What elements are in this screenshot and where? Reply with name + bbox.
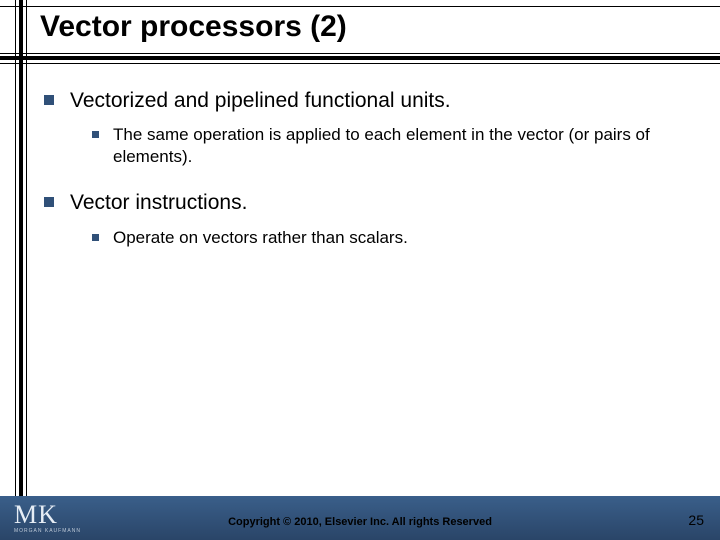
bullet-level1: Vector instructions. — [44, 190, 684, 216]
copyright-text: Copyright © 2010, Elsevier Inc. All righ… — [0, 516, 720, 528]
square-bullet-icon — [44, 95, 54, 105]
horizontal-rule — [0, 63, 720, 64]
bullet-level2: Operate on vectors rather than scalars. — [92, 227, 684, 249]
bullet-text: Operate on vectors rather than scalars. — [113, 227, 408, 249]
bullet-text: Vector instructions. — [70, 190, 247, 216]
logo-subtext: MORGAN KAUFMANN — [14, 528, 81, 534]
horizontal-rule-thick — [0, 56, 720, 60]
horizontal-rule — [0, 53, 720, 54]
square-bullet-icon — [92, 131, 99, 138]
bullet-text: Vectorized and pipelined functional unit… — [70, 88, 451, 114]
slide-content: Vectorized and pipelined functional unit… — [44, 88, 684, 271]
vertical-rule — [15, 0, 16, 540]
square-bullet-icon — [44, 197, 54, 207]
bullet-level1: Vectorized and pipelined functional unit… — [44, 88, 684, 114]
vertical-rule — [26, 0, 27, 540]
square-bullet-icon — [92, 234, 99, 241]
slide: Vector processors (2) Vectorized and pip… — [0, 0, 720, 540]
page-number: 25 — [688, 512, 704, 528]
bullet-text: The same operation is applied to each el… — [113, 124, 684, 168]
vertical-rule-thick — [19, 0, 23, 540]
title-block: Vector processors (2) — [0, 0, 720, 6]
horizontal-rule — [0, 6, 720, 7]
bullet-level2: The same operation is applied to each el… — [92, 124, 684, 168]
slide-title: Vector processors (2) — [40, 10, 347, 44]
